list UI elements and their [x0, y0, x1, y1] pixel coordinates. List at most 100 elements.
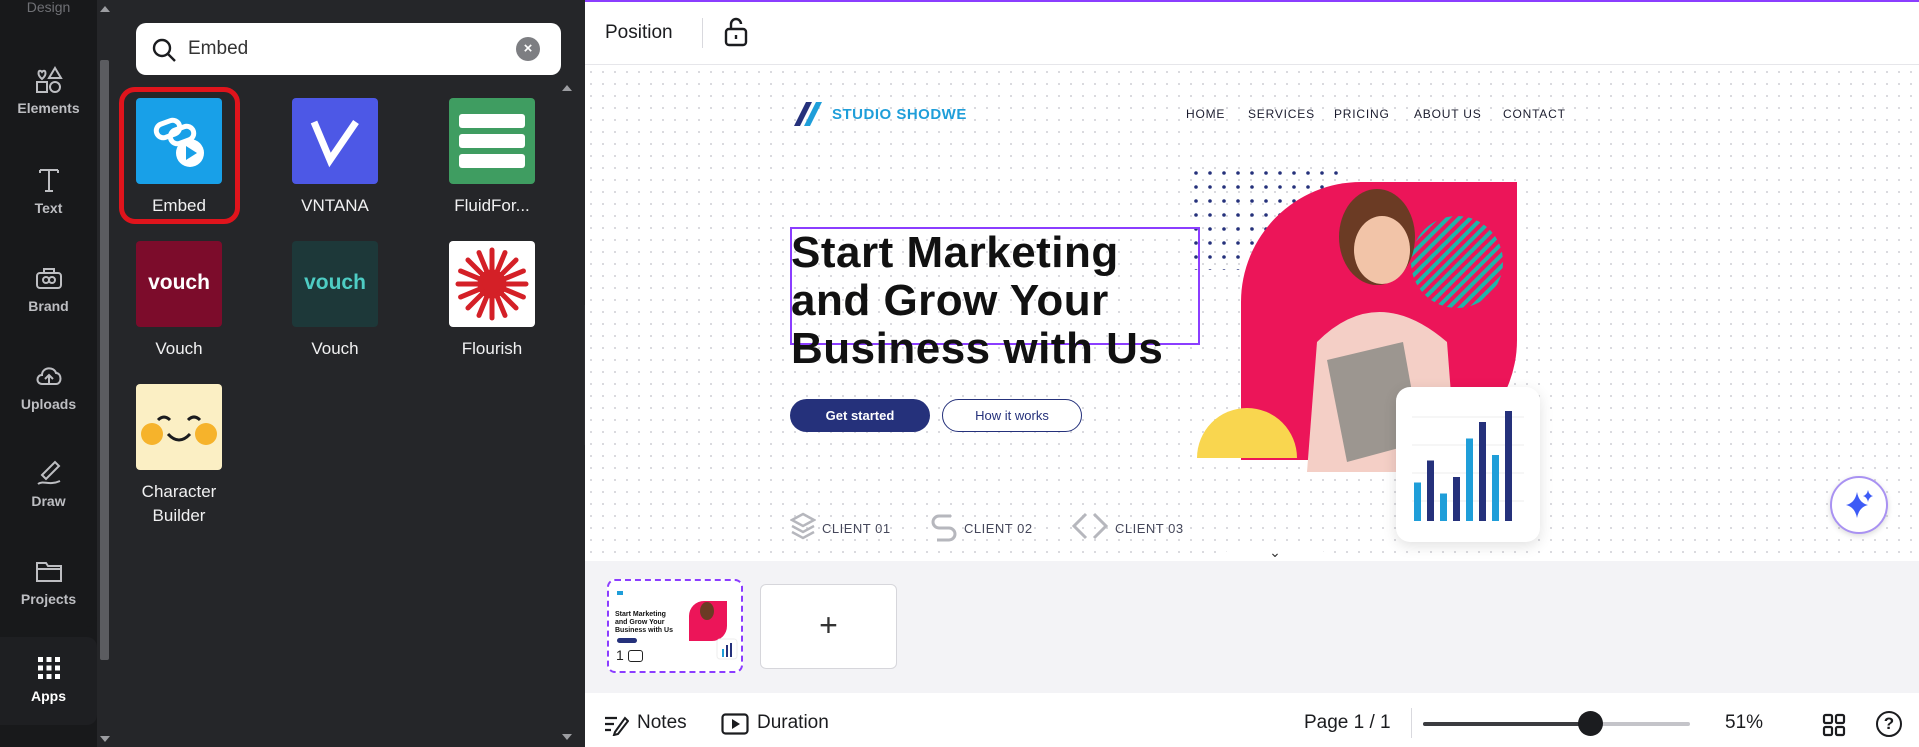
nav-services: SERVICES — [1248, 107, 1315, 121]
app-tile-vouch-1[interactable]: vouch Vouch — [119, 241, 239, 381]
rail-item-brand[interactable]: Brand — [0, 262, 97, 342]
rail-label-projects: Projects — [20, 591, 77, 607]
apps-icon — [37, 657, 60, 679]
rail-label-apps: Apps — [31, 688, 66, 704]
get-started-button[interactable]: Get started — [790, 399, 930, 432]
app-label-vouch-1: Vouch — [155, 339, 203, 358]
left-rail: Design Elements Text Brand Uploads Draw — [0, 0, 97, 747]
projects-icon — [35, 562, 62, 582]
rail-item-elements[interactable]: Elements — [0, 64, 97, 144]
page-number: 1 — [616, 647, 624, 663]
page-number-label: 1 — [616, 647, 643, 663]
add-page-button[interactable]: + — [760, 584, 897, 669]
app-tile-embed[interactable]: Embed — [119, 98, 239, 238]
lock-open-icon[interactable] — [723, 16, 749, 48]
svg-text:Start Marketing: Start Marketing — [615, 611, 666, 618]
studio-shodwe-logo-icon — [794, 102, 822, 126]
canvas-area: STUDIO SHODWE HOME SERVICES PRICING ABOU… — [585, 66, 1919, 561]
toolbar-divider — [702, 18, 703, 48]
app-tile-vouch-2[interactable]: vouch Vouch — [275, 241, 395, 381]
chart-bar — [1466, 438, 1473, 521]
rail-item-draw[interactable]: Draw — [0, 457, 97, 537]
chart-bar — [1492, 455, 1499, 521]
rail-item-design-label[interactable]: Design — [0, 0, 97, 20]
app-label-vouch-2: Vouch — [311, 339, 359, 358]
client-02-icon — [931, 514, 957, 542]
scroll-down-arrow[interactable] — [100, 736, 110, 742]
nav-home: HOME — [1186, 107, 1226, 121]
zoom-percentage[interactable]: 51% — [1725, 712, 1763, 734]
design-canvas[interactable]: STUDIO SHODWE HOME SERVICES PRICING ABOU… — [585, 66, 1919, 561]
headline-line-3: Business with Us — [791, 324, 1164, 373]
duration-icon[interactable] — [721, 713, 749, 735]
elements-icon — [35, 66, 63, 93]
rail-label-draw: Draw — [31, 493, 66, 509]
chevron-down-icon[interactable]: ⌄ — [1225, 544, 1325, 561]
vouch-dark-icon: vouch — [292, 241, 378, 327]
client-03-label: CLIENT 03 — [1115, 521, 1184, 536]
search-input[interactable] — [188, 33, 488, 65]
how-it-works-button[interactable]: How it works — [942, 399, 1082, 432]
headline-text[interactable]: Start Marketing and Grow Your Business w… — [791, 229, 1211, 373]
rail-item-text[interactable]: Text — [0, 164, 97, 244]
clear-search-icon[interactable]: × — [516, 37, 540, 61]
app-label-embed: Embed — [152, 196, 206, 215]
bottombar-divider — [1411, 708, 1412, 738]
panel-scrollbar-right[interactable] — [560, 75, 574, 747]
copy-page-icon[interactable] — [627, 650, 643, 663]
grid-view-icon[interactable] — [1822, 713, 1846, 737]
scroll-down-arrow-right[interactable] — [562, 734, 572, 740]
character-builder-icon — [136, 384, 222, 470]
app-tile-fluidforms[interactable]: FluidFor... — [432, 98, 552, 238]
rail-label-brand: Brand — [28, 298, 69, 314]
search-icon — [152, 38, 176, 62]
vouch-logo-text-2: vouch — [304, 271, 366, 294]
rail-label-elements: Elements — [17, 100, 80, 116]
nav-about-us: ABOUT US — [1414, 107, 1482, 121]
page-indicator[interactable]: Page 1 / 1 — [1304, 712, 1391, 734]
app-tile-character-builder[interactable]: Character Builder — [119, 384, 239, 525]
rail-item-uploads[interactable]: Uploads — [0, 360, 97, 440]
chart-bar — [1440, 493, 1447, 521]
notes-button[interactable]: Notes — [637, 712, 687, 734]
flourish-icon — [449, 241, 535, 327]
zoom-slider-fill — [1423, 722, 1589, 726]
app-label-fluidforms: FluidFor... — [454, 196, 530, 215]
vntana-icon — [292, 98, 378, 184]
panel-scrollbar-left[interactable] — [97, 0, 112, 747]
text-icon — [38, 169, 59, 192]
client-02-label: CLIENT 02 — [964, 521, 1033, 536]
app-label-vntana: VNTANA — [301, 196, 369, 215]
help-button[interactable]: ? — [1876, 711, 1902, 737]
vouch-logo-text: vouch — [148, 271, 210, 294]
sparkle-icon — [1846, 490, 1873, 518]
chart-bar — [1479, 422, 1486, 521]
chart-bar — [1414, 482, 1421, 521]
client-01-label: CLIENT 01 — [822, 521, 891, 536]
draw-icon — [36, 460, 60, 485]
uploads-icon — [36, 367, 61, 385]
zoom-slider-knob[interactable] — [1578, 711, 1603, 736]
position-button[interactable]: Position — [605, 22, 673, 44]
app-tile-vntana[interactable]: VNTANA — [275, 98, 395, 238]
magic-assistant-button[interactable] — [1830, 476, 1888, 534]
client-01-icon — [790, 512, 816, 540]
rail-item-apps[interactable]: Apps — [0, 652, 97, 732]
top-toolbar: Position — [585, 0, 1919, 65]
search-box: × — [136, 23, 561, 75]
svg-text:and Grow Your: and Grow Your — [615, 619, 665, 626]
headline-line-1: Start Marketing — [791, 228, 1119, 277]
app-label-flourish: Flourish — [461, 339, 523, 358]
scrollbar-thumb[interactable] — [100, 60, 109, 660]
chart-bar — [1505, 411, 1512, 521]
app-label-character-builder: Character Builder — [141, 482, 217, 525]
scroll-up-arrow-right[interactable] — [562, 85, 572, 91]
app-tile-flourish[interactable]: Flourish — [432, 241, 552, 381]
notes-icon[interactable] — [603, 712, 629, 736]
nav-pricing: PRICING — [1334, 107, 1390, 121]
fluidforms-icon — [449, 98, 535, 184]
chart-bar — [1453, 477, 1460, 521]
scroll-up-arrow[interactable] — [100, 6, 110, 12]
rail-item-projects[interactable]: Projects — [0, 555, 97, 635]
duration-button[interactable]: Duration — [757, 712, 829, 734]
